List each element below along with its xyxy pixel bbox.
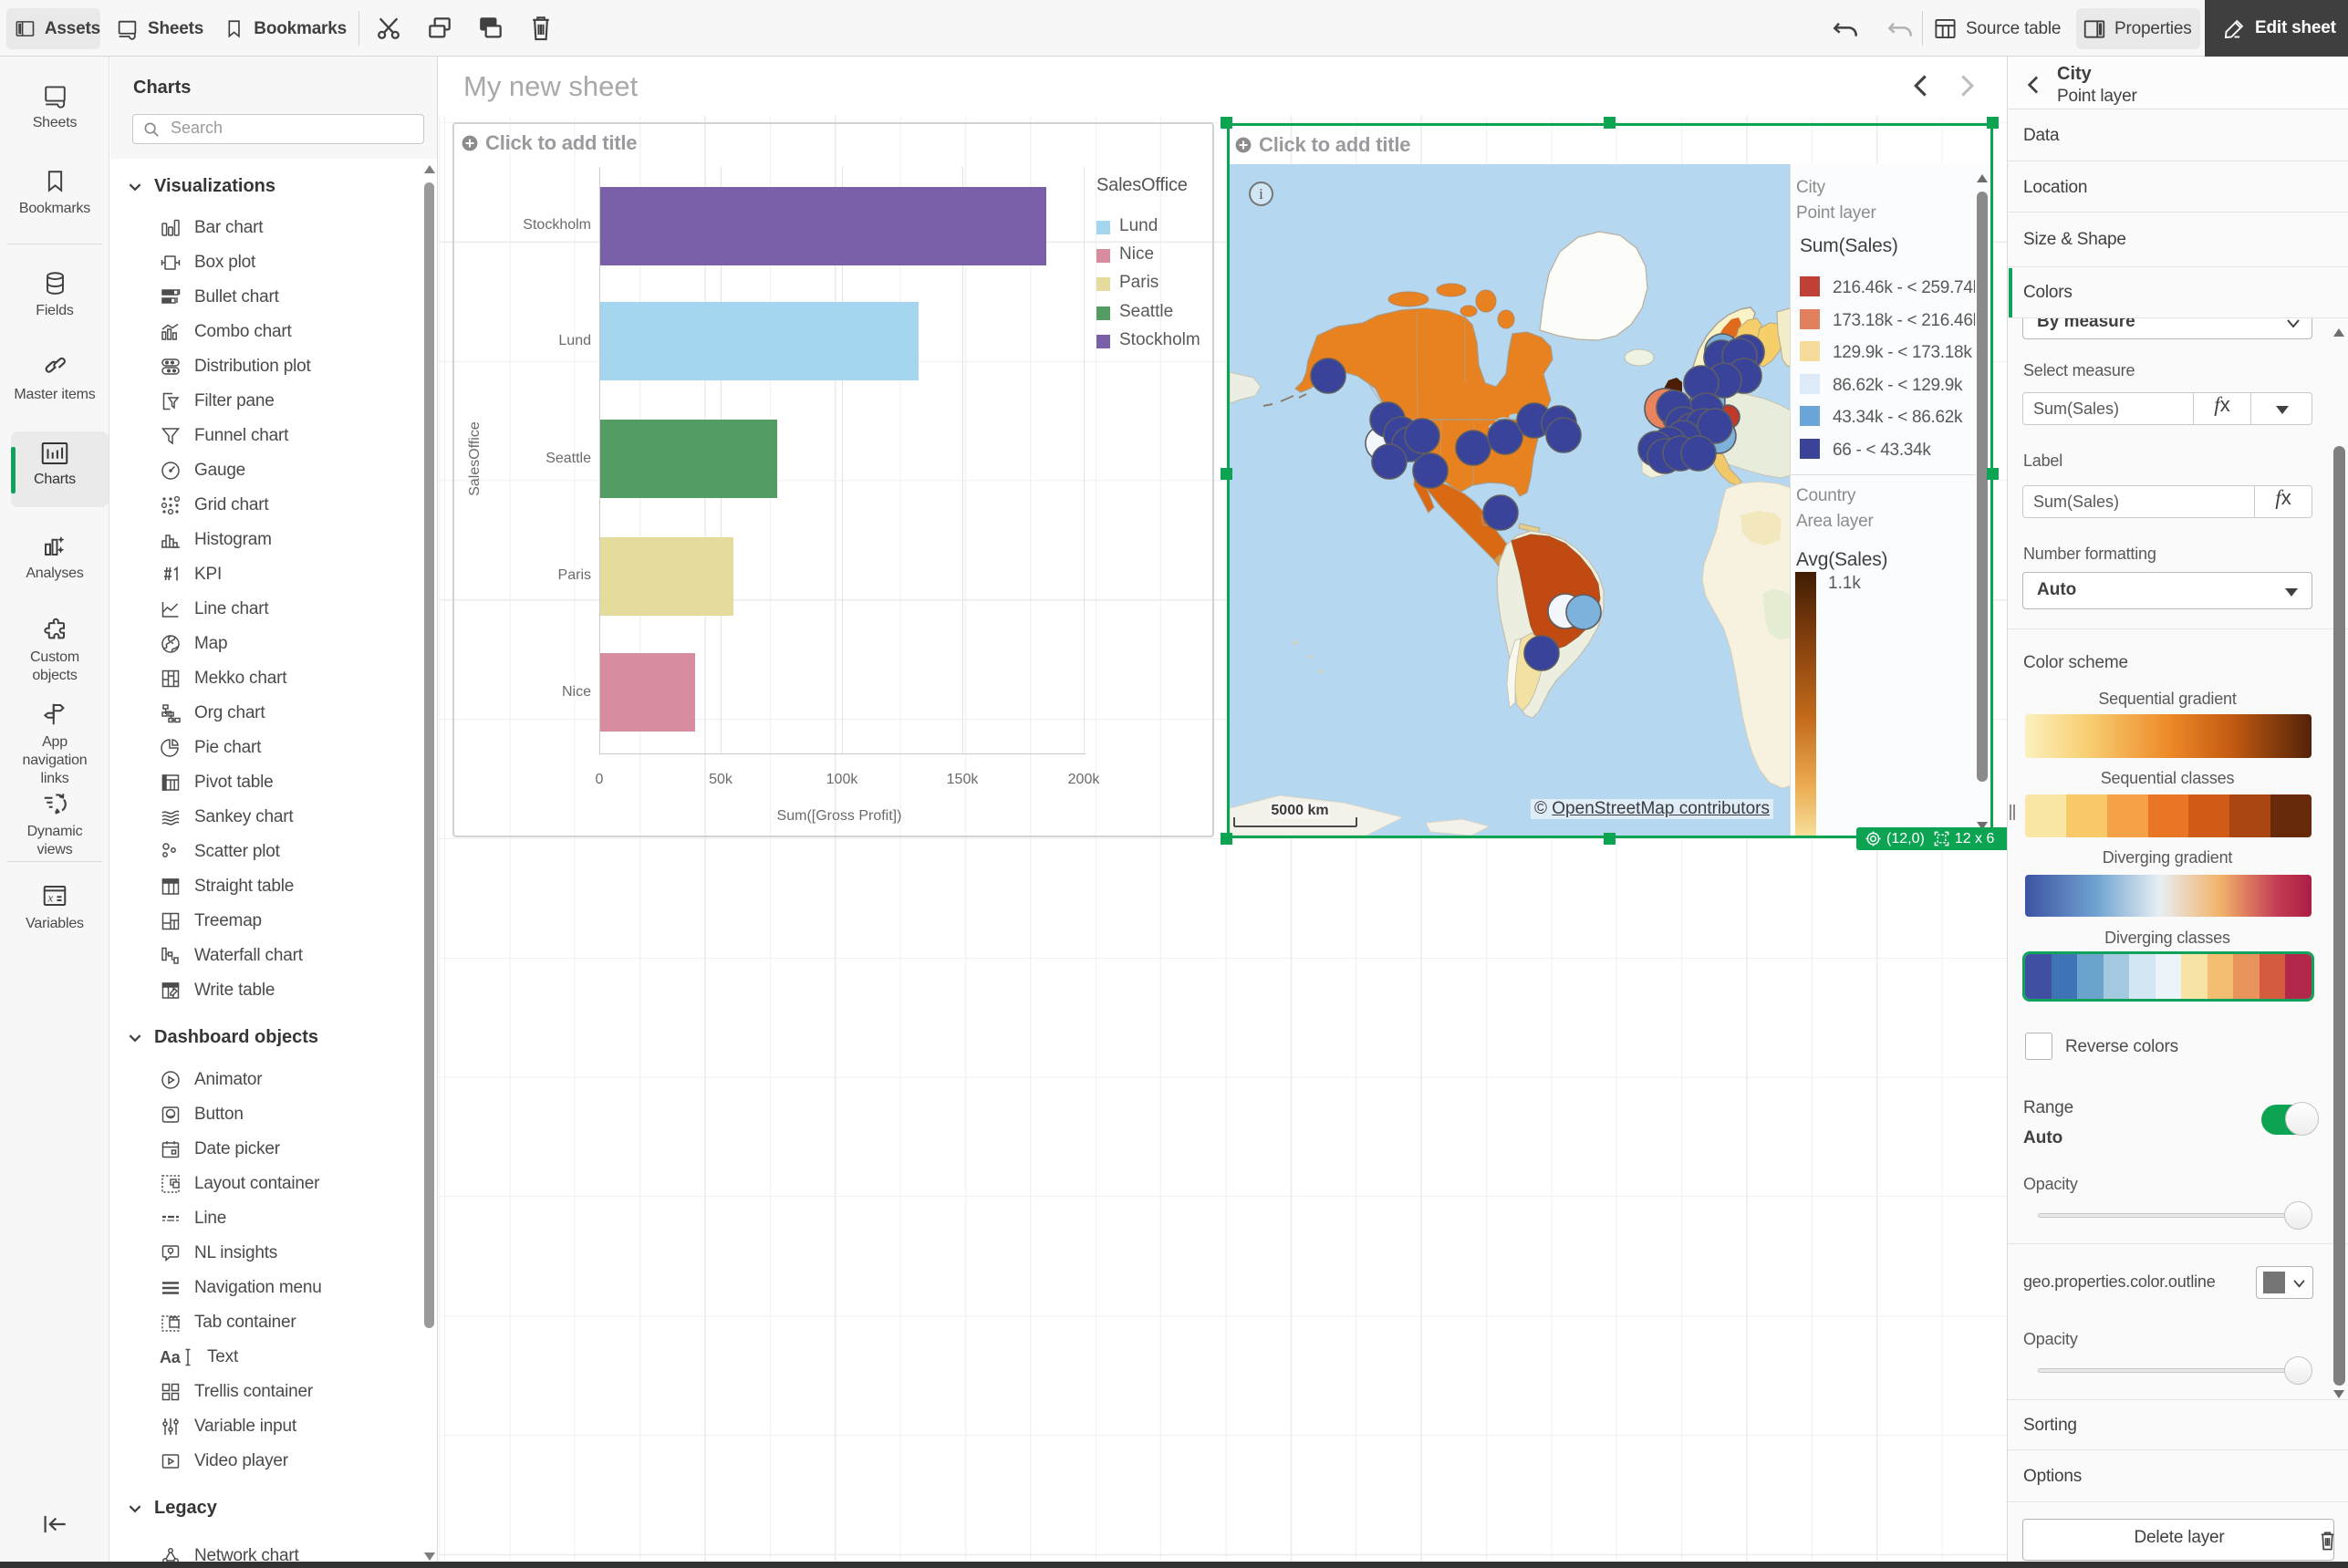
svg-text:x: x	[47, 891, 54, 904]
svg-text:Aa: Aa	[160, 1348, 182, 1366]
